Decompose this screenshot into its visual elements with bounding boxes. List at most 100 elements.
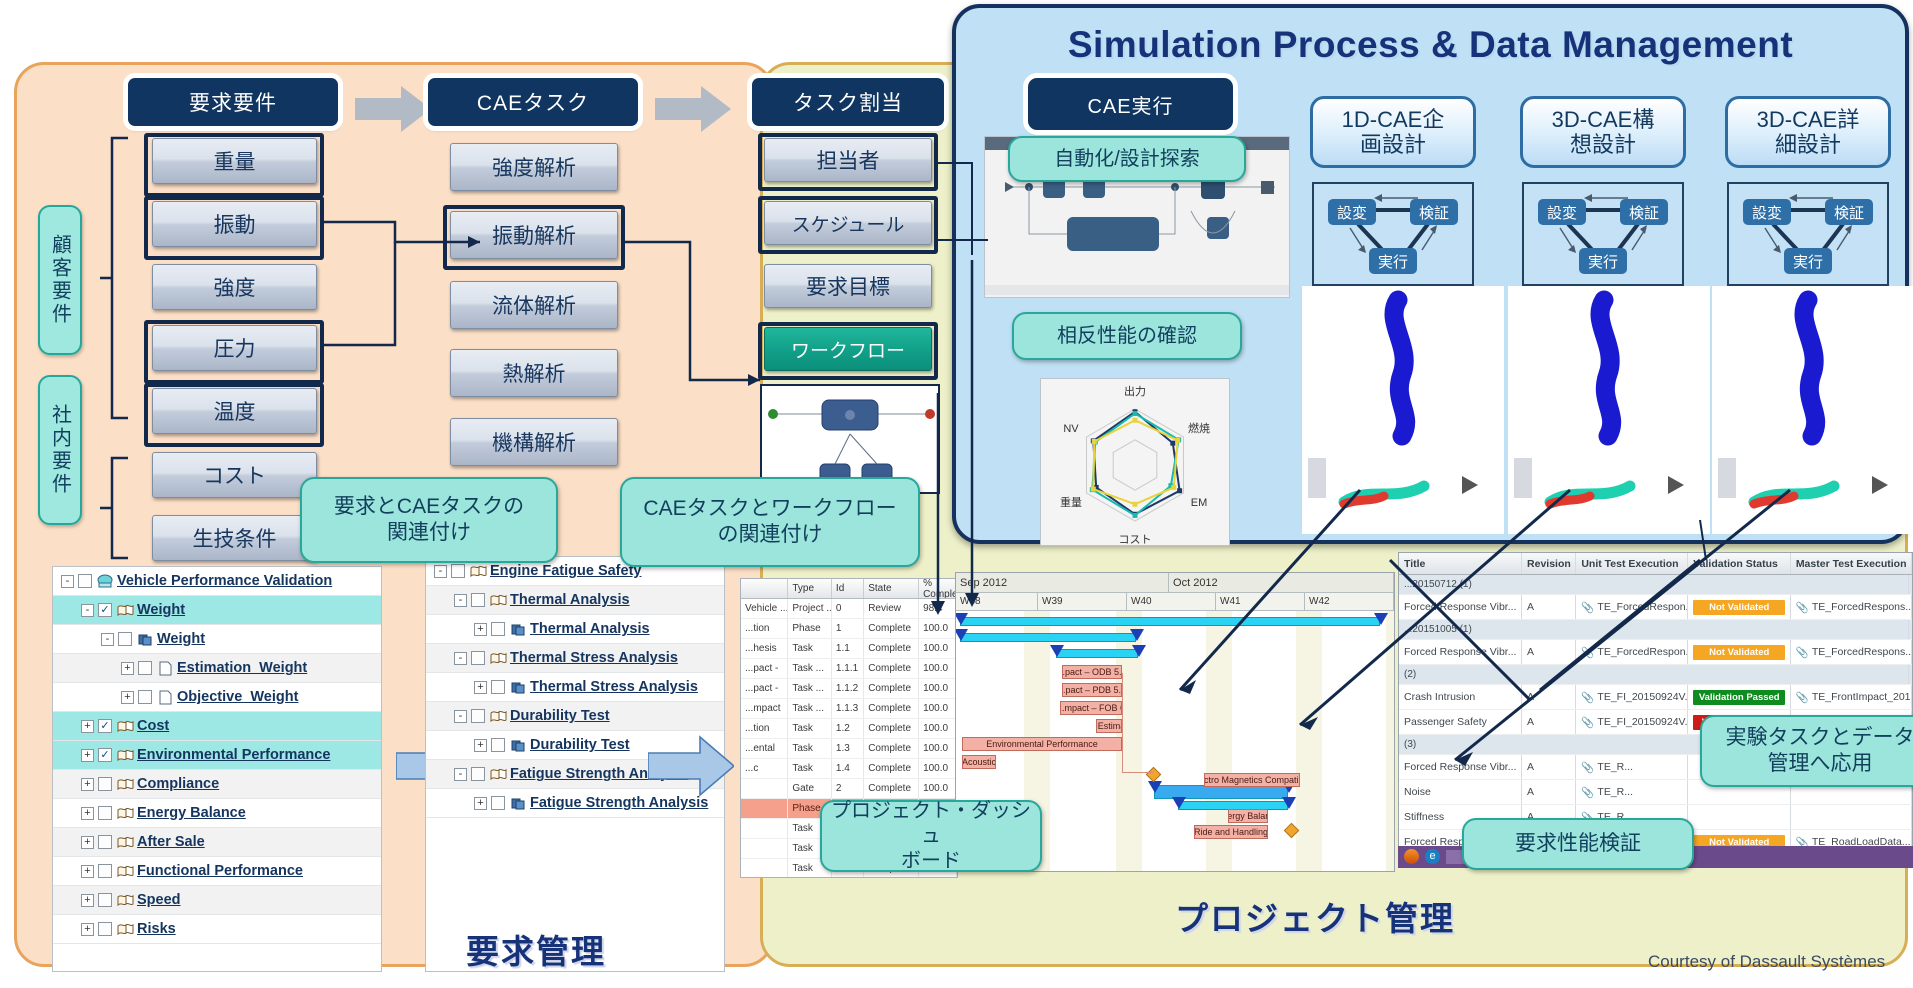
cae-card-3d-detail[interactable]: 3D-CAE詳 細設計 [1725, 96, 1891, 168]
gantt-bar[interactable] [960, 617, 1380, 626]
tree-checkbox[interactable] [471, 651, 485, 665]
cae-task-vibration[interactable]: 振動解析 [450, 211, 618, 259]
gantt-bar[interactable] [960, 633, 1136, 642]
cae-task-strength[interactable]: 強度解析 [450, 143, 618, 191]
column-header[interactable]: Unit Test Execution [1576, 553, 1689, 574]
table-row[interactable]: Crash Intrusion A 📎 TE_FI_20150924V... Valid… [1399, 685, 1912, 710]
test-validation-table[interactable]: Title Revision Unit Test Execution Validati… [1398, 552, 1913, 854]
tree-expander[interactable]: + [81, 806, 94, 820]
table-row[interactable]: ...tion Phase 1 Complete 100.0 [741, 619, 957, 639]
tree-row[interactable]: + Functional Performance [53, 857, 381, 886]
edge-icon[interactable]: e [1425, 849, 1440, 864]
cae-card-1d[interactable]: 1D-CAE企 画設計 [1310, 96, 1476, 168]
tree-checkbox[interactable] [98, 922, 112, 936]
tree-expander[interactable]: - [454, 709, 467, 723]
tree-row[interactable]: - Thermal Analysis [426, 586, 724, 615]
column-header[interactable]: % Complete [919, 579, 957, 598]
gantt-task-bar[interactable]: ...pact – PDB 5... [1062, 683, 1122, 697]
tree-row[interactable]: + Risks [53, 915, 381, 944]
gantt-task-bar[interactable]: ...mpact – FOB 6 [1060, 701, 1122, 715]
tree-row[interactable]: + Objective_Weight [53, 683, 381, 712]
table-row[interactable]: Gate 2 Complete 100.0 [741, 779, 957, 799]
tree-checkbox[interactable] [98, 806, 112, 820]
column-header[interactable]: Master Test Execution [1791, 553, 1912, 574]
cae-card-3d-concept[interactable]: 3D-CAE構 想設計 [1520, 96, 1686, 168]
validation-group-row[interactable]: ...20150712 (1) [1399, 575, 1912, 595]
tree-checkbox[interactable] [491, 680, 505, 694]
tree-expander[interactable]: - [101, 632, 114, 646]
tree-checkbox[interactable] [78, 574, 92, 588]
tree-checkbox[interactable] [98, 835, 112, 849]
tree-row[interactable]: - Thermal Stress Analysis [426, 644, 724, 673]
tree-row[interactable]: + Thermal Analysis [426, 615, 724, 644]
column-header[interactable]: Title [1399, 553, 1523, 574]
firefox-icon[interactable] [1404, 849, 1419, 864]
tree-checkbox[interactable] [471, 709, 485, 723]
gantt-task-bar[interactable]: ...pact – ODB 5... [1062, 665, 1122, 679]
gantt-task-bar[interactable]: ...t Estima... [1096, 719, 1122, 733]
tree-checkbox[interactable] [471, 593, 485, 607]
cae-result-view-1[interactable] [1302, 286, 1504, 534]
cae-result-view-3[interactable] [1712, 286, 1913, 534]
req-item-manufacturing[interactable]: 生技条件 [152, 515, 317, 561]
tree-row[interactable]: - Durability Test [426, 702, 724, 731]
gantt-task-bar[interactable]: Energy Balance [1228, 809, 1268, 823]
gantt-task-bar[interactable]: Ride and Handling [1194, 825, 1268, 839]
tree-checkbox[interactable]: ✓ [98, 603, 112, 617]
req-item-cost[interactable]: コスト [152, 452, 317, 498]
tree-row[interactable]: - Weight [53, 625, 381, 654]
tree-expander[interactable]: + [81, 748, 94, 762]
tree-expander[interactable]: + [121, 661, 134, 675]
table-row[interactable]: ...hesis Task 1.1 Complete 100.0 [741, 639, 957, 659]
tree-checkbox[interactable] [118, 632, 132, 646]
gantt-task-bar[interactable]: Electro Magnetics Compatibi... [1204, 773, 1300, 787]
column-header[interactable]: Validation Status [1688, 553, 1791, 574]
tree-checkbox[interactable] [491, 622, 505, 636]
tree-checkbox[interactable] [491, 796, 505, 810]
gantt-bar[interactable] [1056, 649, 1138, 658]
table-row[interactable]: ...pact - Task ... 1.1.1 Complete 100.0 [741, 659, 957, 679]
column-header[interactable]: Revision [1522, 553, 1577, 574]
req-item-vibration[interactable]: 振動 [152, 201, 317, 247]
table-row[interactable]: ...c Task 1.4 Complete 100.0 [741, 759, 957, 779]
cae-task-fluid[interactable]: 流体解析 [450, 281, 618, 329]
tree-expander[interactable]: + [474, 796, 487, 810]
tree-row[interactable]: + Compliance [53, 770, 381, 799]
req-item-weight[interactable]: 重量 [152, 138, 317, 184]
tree-checkbox[interactable] [138, 661, 152, 675]
gantt-task-bar[interactable]: Acoustic [962, 755, 996, 769]
tree-expander[interactable]: - [454, 593, 467, 607]
tree-expander[interactable]: + [81, 835, 94, 849]
task-item-workflow[interactable]: ワークフロー [764, 327, 932, 371]
tree-checkbox[interactable] [138, 690, 152, 704]
tree-checkbox[interactable]: ✓ [98, 719, 112, 733]
tree-row[interactable]: + Speed [53, 886, 381, 915]
task-item-assignee[interactable]: 担当者 [764, 138, 932, 182]
tree-expander[interactable]: + [81, 922, 94, 936]
tree-row[interactable]: + ✓ Cost [53, 712, 381, 741]
tree-checkbox[interactable] [451, 564, 465, 578]
table-row[interactable]: ...ental Task 1.3 Complete 100.0 [741, 739, 957, 759]
table-row[interactable]: ...pact - Task ... 1.1.2 Complete 100.0 [741, 679, 957, 699]
column-header[interactable]: State [864, 579, 920, 598]
column-header[interactable]: Type [788, 579, 832, 598]
table-row[interactable]: Vehicle ... Project ... 0 Review 98.4 [741, 599, 957, 619]
tree-expander[interactable]: + [81, 893, 94, 907]
tree-row[interactable]: + Energy Balance [53, 799, 381, 828]
tree-checkbox[interactable] [471, 767, 485, 781]
tree-checkbox[interactable] [98, 777, 112, 791]
validation-group-row[interactable]: ...20151005 (1) [1399, 620, 1912, 640]
tree-expander[interactable]: - [61, 574, 74, 588]
requirement-tree[interactable]: - Vehicle Performance Validation - ✓ Weight -… [52, 566, 382, 972]
column-header[interactable]: Id [832, 579, 865, 598]
cae-task-mechanism[interactable]: 機構解析 [450, 418, 618, 466]
table-row[interactable]: Forced Response Vibr... A 📎 TE_ForcedRespon… [1399, 640, 1912, 665]
table-row[interactable]: Forced Response Vibr... A 📎 TE_ForcedRespon… [1399, 595, 1912, 620]
tree-expander[interactable]: - [434, 564, 447, 578]
tree-checkbox[interactable] [98, 864, 112, 878]
validation-group-row[interactable]: (2) [1399, 665, 1912, 685]
table-row[interactable]: ...tion Task 1.2 Complete 100.0 [741, 719, 957, 739]
tree-expander[interactable]: + [81, 777, 94, 791]
tree-expander[interactable]: - [454, 767, 467, 781]
tree-expander[interactable]: + [81, 719, 94, 733]
